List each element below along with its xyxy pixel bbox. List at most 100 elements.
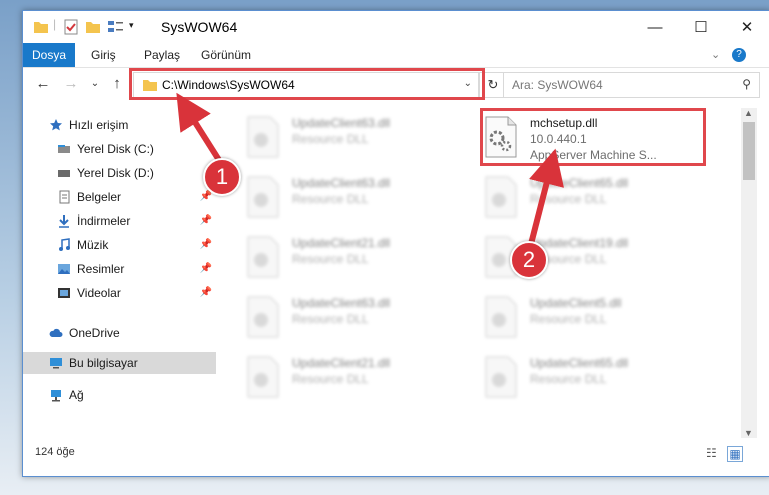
help-icon[interactable]: ? — [732, 48, 746, 62]
up-button[interactable]: ↑ — [107, 74, 127, 94]
new-folder-icon[interactable] — [85, 19, 101, 35]
file-item[interactable]: UpdateClient21.dll Resource DLL — [246, 354, 476, 404]
item-count: 124 öğe — [35, 446, 75, 458]
search-input[interactable]: Ara: SysWOW64 — [512, 78, 603, 92]
file-list: UpdateClient63.dll Resource DLL UpdateCl… — [216, 108, 741, 438]
nav-item-label: Resimler — [77, 262, 125, 276]
file-name: UpdateClient63.dll — [292, 176, 391, 190]
customize-dropdown-icon[interactable]: ▾ — [129, 20, 134, 36]
scrollbar-thumb[interactable] — [743, 122, 755, 180]
file-name: UpdateClient21.dll — [292, 356, 391, 370]
nav-item-label: Yerel Disk (D:) — [77, 166, 154, 180]
scroll-up-icon[interactable]: ▲ — [744, 108, 753, 118]
documents-icon — [59, 190, 70, 204]
nav-item-local-disk-c[interactable]: Yerel Disk (C:) — [23, 138, 216, 160]
tab-view[interactable]: Görünüm — [201, 43, 251, 67]
file-name: UpdateClient63.dll — [292, 116, 391, 130]
nav-item-onedrive[interactable]: OneDrive — [23, 322, 216, 344]
properties-icon[interactable] — [63, 19, 79, 35]
file-item[interactable]: UpdateClient63.dll Resource DLL — [246, 174, 476, 224]
file-type: Resource DLL — [292, 252, 369, 266]
file-type: Resource DLL — [530, 192, 607, 206]
file-highlight — [480, 108, 706, 166]
back-button[interactable]: ← — [33, 74, 53, 94]
nav-item-label: OneDrive — [69, 326, 120, 340]
nav-item-pictures[interactable]: Resimler 📌 — [23, 258, 216, 280]
close-button[interactable]: ✕ — [724, 11, 769, 43]
nav-item-local-disk-d[interactable]: Yerel Disk (D:) — [23, 162, 216, 184]
nav-item-label: Bu bilgisayar — [69, 356, 138, 370]
drive-icon — [58, 170, 70, 177]
star-icon — [50, 119, 62, 131]
tab-file[interactable]: Dosya — [23, 43, 75, 67]
file-item[interactable]: UpdateClient65.dll Resource DLL — [484, 174, 714, 224]
separator: | — [53, 17, 57, 31]
file-name: UpdateClient5.dll — [530, 296, 622, 310]
nav-item-downloads[interactable]: İndirmeler 📌 — [23, 210, 216, 232]
nav-item-documents[interactable]: Belgeler 📌 — [23, 186, 216, 208]
scroll-down-icon[interactable]: ▼ — [744, 428, 753, 438]
refresh-icon: ↻ — [487, 77, 499, 92]
nav-item-label: Ağ — [69, 388, 84, 402]
file-type: Resource DLL — [292, 192, 369, 206]
window-title: SysWOW64 — [161, 19, 238, 35]
tab-share[interactable]: Paylaş — [144, 43, 180, 67]
nav-item-network[interactable]: Ağ — [23, 384, 216, 406]
file-name: UpdateClient65.dll — [530, 356, 629, 370]
nav-item-videos[interactable]: Videolar 📌 — [23, 282, 216, 304]
address-highlight — [129, 68, 485, 100]
forward-button[interactable]: → — [61, 74, 81, 94]
download-icon — [59, 215, 69, 228]
arrow-right-icon: → — [63, 75, 79, 92]
file-type: Resource DLL — [292, 372, 369, 386]
tab-home[interactable]: Giriş — [91, 43, 116, 67]
nav-item-label: Videolar — [77, 286, 121, 300]
minimize-icon: — — [647, 18, 663, 36]
search-box[interactable]: Ara: SysWOW64 ⚲ — [503, 72, 760, 98]
arrow-left-icon: ← — [35, 75, 51, 92]
close-icon: ✕ — [740, 19, 754, 36]
step-1-badge: 1 — [203, 158, 241, 196]
video-icon — [58, 288, 70, 298]
recent-locations-button[interactable]: ⌄ — [85, 74, 105, 94]
file-type: Resource DLL — [292, 132, 369, 146]
file-name: UpdateClient63.dll — [292, 296, 391, 310]
file-item[interactable]: UpdateClient21.dll Resource DLL — [246, 234, 476, 284]
file-item[interactable]: UpdateClient5.dll Resource DLL — [484, 294, 714, 344]
details-view-icon[interactable]: ☷ — [706, 446, 717, 460]
file-type: Resource DLL — [530, 312, 607, 326]
dll-file-icon — [247, 116, 279, 158]
nav-item-label: Yerel Disk (C:) — [77, 142, 154, 156]
minimize-button[interactable]: — — [632, 11, 678, 43]
file-name: UpdateClient19.dll — [530, 236, 629, 250]
file-item[interactable]: UpdateClient63.dll Resource DLL — [246, 294, 476, 344]
cloud-icon — [49, 328, 63, 337]
file-item[interactable]: UpdateClient63.dll Resource DLL — [246, 114, 476, 164]
navigation-bar: ← → ⌄ ↑ C:\Windows\SysWOW64 ⌄ ↻ Ara: Sys… — [23, 68, 769, 100]
computer-icon — [50, 358, 62, 369]
maximize-button[interactable]: ☐ — [678, 11, 724, 43]
status-bar: 124 öğe ☷ ▦ — [23, 443, 769, 465]
nav-item-label: Hızlı erişim — [69, 118, 129, 132]
pin-icon: 📌 — [199, 263, 212, 274]
nav-item-music[interactable]: Müzik 📌 — [23, 234, 216, 256]
file-item[interactable]: UpdateClient65.dll Resource DLL — [484, 354, 714, 404]
pin-icon: 📌 — [199, 215, 212, 226]
step-2-badge: 2 — [510, 241, 548, 279]
folder-icon — [34, 22, 48, 33]
file-type: Resource DLL — [292, 312, 369, 326]
dll-file-icon — [247, 176, 279, 218]
navigation-pane: Hızlı erişim Yerel Disk (C:) Yerel Disk … — [23, 108, 216, 438]
expand-ribbon-icon[interactable]: ⌄ — [711, 48, 720, 61]
title-bar: | ▾ SysWOW64 — ☐ ✕ — [23, 11, 769, 43]
nav-item-this-pc[interactable]: Bu bilgisayar — [23, 352, 216, 374]
vertical-scrollbar[interactable]: ▲ ▼ — [741, 108, 757, 438]
dll-file-icon — [485, 356, 517, 398]
tiles-view-icon[interactable]: ▦ — [727, 446, 743, 462]
nav-item-label: Belgeler — [77, 190, 122, 204]
dll-file-icon — [485, 296, 517, 338]
nav-item-quick-access[interactable]: Hızlı erişim — [23, 114, 216, 136]
view-options-icon[interactable] — [107, 19, 125, 35]
pin-icon: 📌 — [199, 239, 212, 250]
ribbon-tabs: Dosya Giriş Paylaş Görünüm ⌄ ? — [23, 43, 769, 68]
